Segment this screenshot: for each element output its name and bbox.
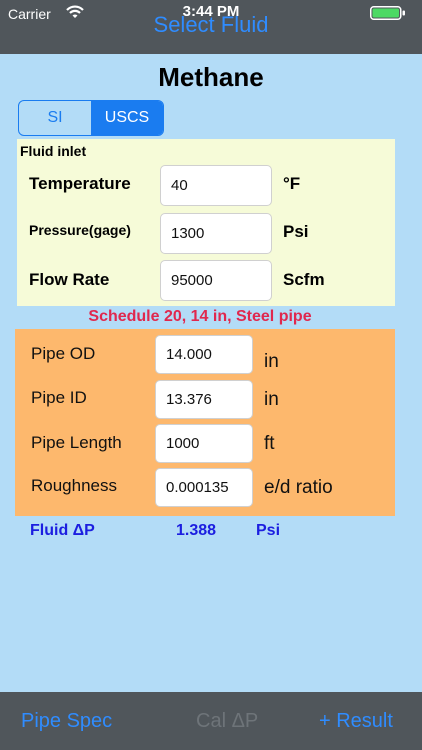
add-result-button[interactable]: + Result [319,710,393,733]
temperature-unit: °F [283,174,301,193]
flow-rate-field[interactable]: 95000 [160,260,272,301]
pipe-spec-button[interactable]: Pipe Spec [21,710,112,733]
temperature-label: Temperature [29,174,131,193]
flow-rate-label: Flow Rate [29,270,110,289]
fluid-name: Methane [158,62,264,92]
pressure-unit: Psi [283,222,309,241]
top-bar: Carrier 3:44 PM Select Fluid [0,0,422,54]
roughness-field[interactable]: 0.000135 [155,468,253,507]
pipe-id-field[interactable]: 13.376 [155,380,253,419]
pipe-id-label: Pipe ID [31,388,87,407]
fluid-dp-value: 1.388 [176,522,217,539]
segment-uscs[interactable]: USCS [91,101,163,135]
pipe-od-field[interactable]: 14.000 [155,335,253,374]
pipe-od-label: Pipe OD [31,344,96,363]
segment-si[interactable]: SI [19,101,91,135]
units-segmented-control[interactable]: SI USCS [18,100,164,136]
fluid-inlet-title: Fluid inlet [20,143,87,159]
select-fluid-button[interactable]: Select Fluid [0,12,422,38]
cal-dp-button[interactable]: Cal ΔP [196,710,258,733]
temperature-field[interactable]: 40 [160,165,272,206]
pressure-field[interactable]: 1300 [160,213,272,254]
fluid-dp-label: Fluid ΔP [30,522,95,539]
fluid-dp-unit: Psi [256,522,281,539]
flow-rate-unit: Scfm [283,270,325,289]
pipe-id-unit: in [264,389,279,410]
roughness-label: Roughness [31,476,118,495]
pipe-length-unit: ft [264,433,275,454]
pipe-panel: Pipe OD 14.000 in Pipe ID 13.376 in Pipe… [15,329,395,516]
pipe-length-label: Pipe Length [31,433,122,452]
pressure-label: Pressure(gage) [29,222,131,238]
pipe-od-unit: in [264,351,279,372]
fluid-inlet-panel: Fluid inlet Temperature 40 °F Pressure(g… [17,139,395,306]
bottom-toolbar: Pipe Spec Cal ΔP + Result [0,692,422,750]
pipe-length-field[interactable]: 1000 [155,424,253,463]
roughness-unit: e/d ratio [264,477,333,498]
pipe-spec-caption: Schedule 20, 14 in, Steel pipe [88,308,312,325]
